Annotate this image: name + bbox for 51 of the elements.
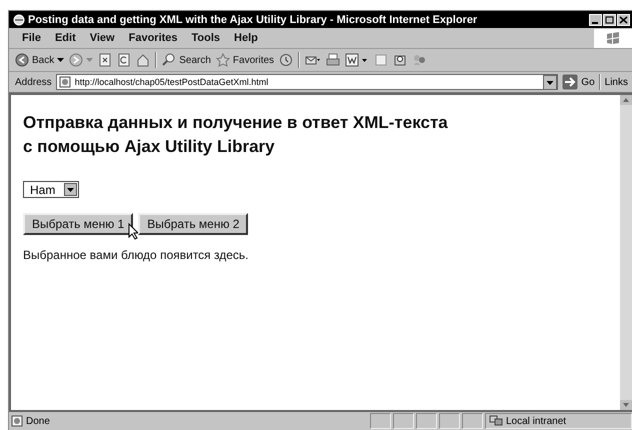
links-button[interactable]: Links (604, 76, 632, 88)
square-icon (374, 53, 388, 67)
stop-icon (98, 53, 112, 67)
scrollbar[interactable] (620, 95, 632, 410)
dropdown-arrow-icon (86, 58, 94, 62)
star-icon (216, 53, 230, 67)
history-button[interactable] (279, 53, 294, 67)
address-label: Address (15, 76, 52, 88)
print-button[interactable] (326, 53, 340, 67)
menu-item[interactable]: Edit (48, 32, 83, 44)
page-icon (11, 415, 23, 427)
search-icon (162, 53, 176, 67)
messenger-button[interactable] (412, 53, 426, 67)
menu-item[interactable]: File (15, 32, 48, 44)
forward-button[interactable] (69, 53, 94, 67)
home-icon (136, 53, 150, 67)
clock-icon (279, 53, 294, 67)
go-button[interactable]: Go (562, 74, 595, 90)
close-icon[interactable] (617, 14, 630, 26)
document-icon (345, 53, 370, 67)
stop-button[interactable] (98, 53, 112, 67)
flag-icon (606, 32, 620, 44)
minimize-icon[interactable] (589, 14, 602, 26)
network-icon (489, 415, 503, 427)
address-field[interactable]: http://localhost/chap05/testPostDataGetXml.html (56, 74, 558, 90)
refresh-icon (117, 53, 132, 67)
menu-button[interactable]: Выбрать меню 2 (138, 213, 248, 235)
security-zone: Local intranet (485, 413, 632, 429)
back-button[interactable]: Back (15, 53, 64, 67)
page-heading: с помощью Ajax Utility Library (23, 136, 276, 158)
people-icon (412, 53, 426, 67)
printer-icon (326, 53, 340, 67)
refresh-button[interactable] (117, 53, 132, 67)
mouse-pointer-icon (128, 223, 140, 240)
status-text: Done (11, 415, 368, 427)
arrow-right-icon (562, 74, 578, 90)
search-button[interactable]: Search (162, 53, 211, 67)
result-message: Выбранное вами блюдо появится здесь. (23, 248, 250, 262)
home-button[interactable] (136, 53, 150, 67)
maximize-icon[interactable] (603, 14, 616, 26)
page-icon (58, 76, 71, 88)
menu-item[interactable]: Help (227, 32, 265, 44)
menu-item[interactable]: View (82, 32, 122, 44)
favorites-button[interactable]: Favorites (216, 53, 274, 67)
page-heading: Отправка данных и получение в ответ XML-текста (23, 112, 449, 134)
menu-item[interactable]: Tools (184, 32, 228, 44)
dropdown-arrow-icon (57, 58, 64, 62)
menu-item[interactable]: Favorites (122, 32, 185, 44)
dropdown[interactable]: Ham (23, 181, 79, 198)
edit-button[interactable] (345, 53, 370, 67)
window-title: Posting data and getting XML with the Ajax Utility Library - Microsoft Internet Explorer (28, 14, 478, 26)
